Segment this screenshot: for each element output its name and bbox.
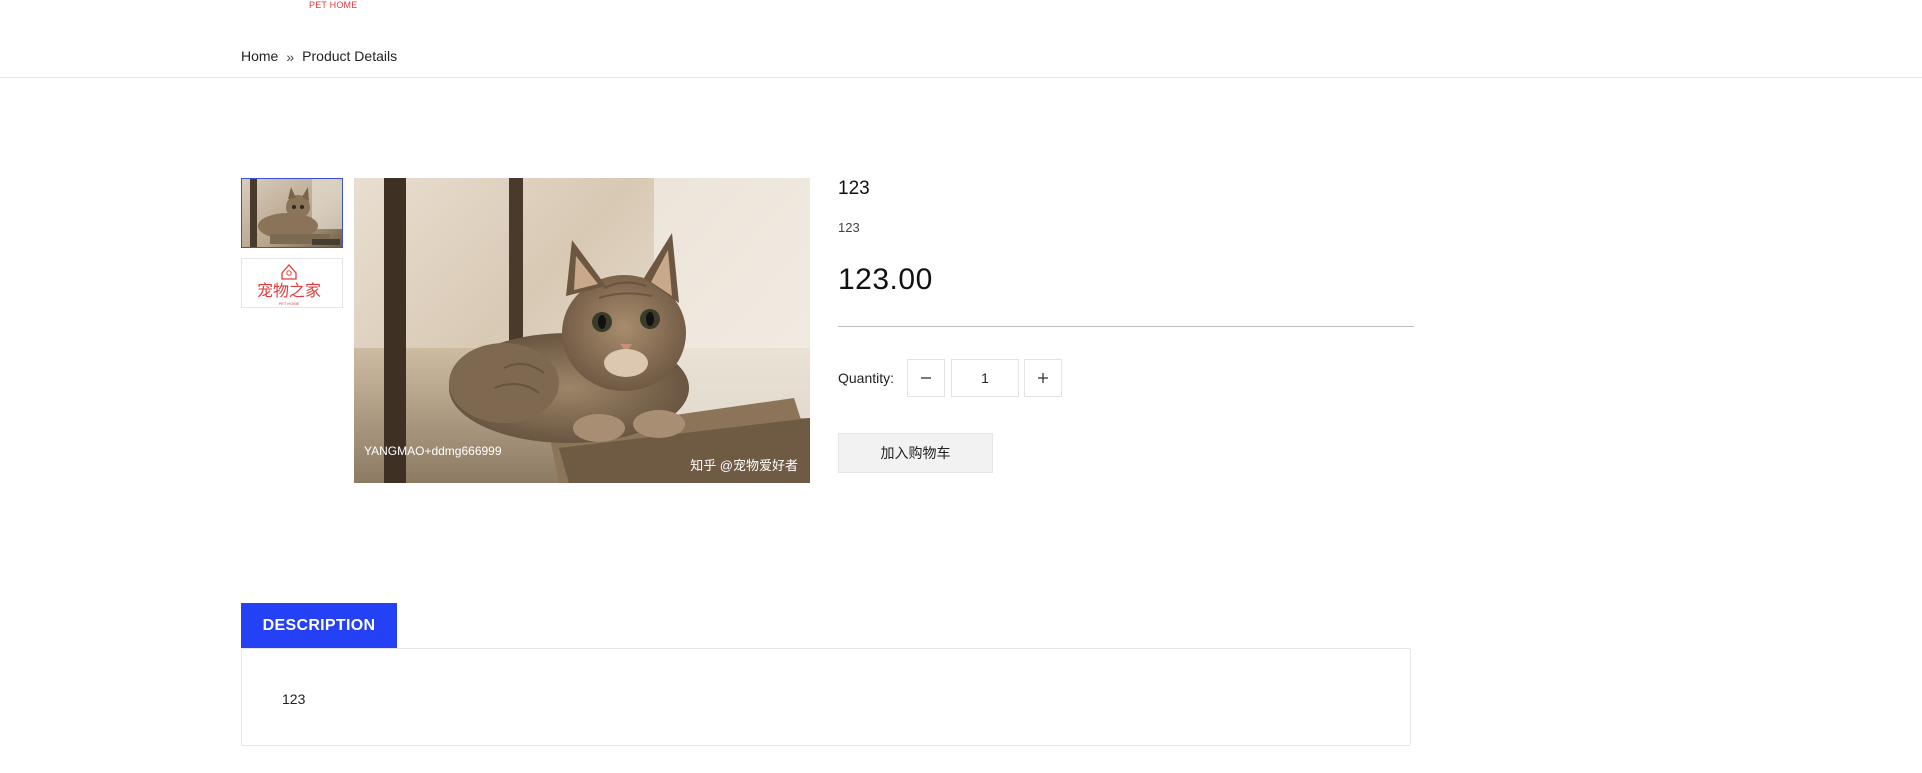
breadcrumb: Home » Product Details (241, 48, 398, 65)
plus-icon (1038, 373, 1048, 383)
svg-text:PET HOME: PET HOME (279, 301, 300, 306)
header-divider (0, 77, 1922, 78)
add-to-cart-button[interactable]: 加入购物车 (838, 433, 993, 473)
description-text: 123 (282, 691, 306, 707)
cat-photo-image (354, 178, 810, 483)
price-divider (838, 326, 1414, 327)
image-watermark-left: YANGMAO+ddmg666999 (364, 444, 502, 458)
quantity-input[interactable] (951, 359, 1019, 397)
breadcrumb-home-link[interactable]: Home (241, 48, 278, 64)
thumbnail-cat-photo[interactable] (241, 178, 343, 248)
double-chevron-right-icon: » (286, 49, 295, 65)
tab-description[interactable]: DESCRIPTION (241, 603, 397, 648)
thumbnail-pet-home-logo[interactable]: 宠物之家 PET HOME (241, 258, 343, 308)
product-main-image: YANGMAO+ddmg666999 知乎 @宠物爱好者 (354, 178, 810, 483)
minus-icon (921, 377, 931, 379)
breadcrumb-current: Product Details (302, 48, 398, 64)
svg-text:宠物之家: 宠物之家 (257, 281, 321, 300)
pet-home-logo-image: 宠物之家 PET HOME (242, 259, 342, 307)
cat-photo-thumbnail-image (242, 179, 342, 247)
quantity-increase-button[interactable] (1024, 359, 1062, 397)
image-watermark-right: 知乎 @宠物爱好者 (690, 458, 798, 473)
product-subtitle: 123 (838, 220, 860, 235)
quantity-label: Quantity: (838, 370, 895, 386)
product-title: 123 (838, 178, 870, 199)
site-logo-subtitle: PET HOME (309, 0, 358, 10)
description-panel: 123 (241, 648, 1411, 746)
product-price: 123.00 (838, 263, 933, 296)
quantity-decrease-button[interactable] (907, 359, 945, 397)
